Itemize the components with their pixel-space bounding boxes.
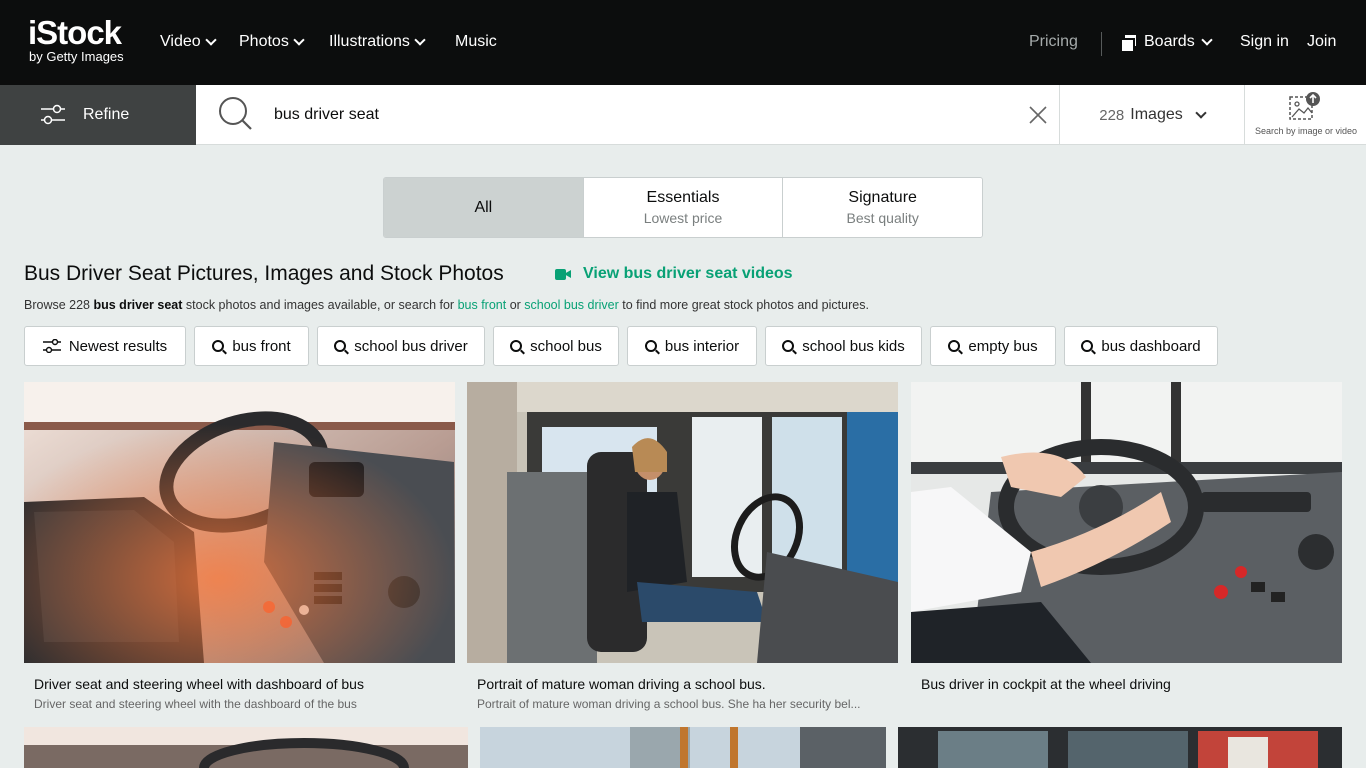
result-caption[interactable]: Portrait of mature woman driving a schoo… bbox=[477, 676, 892, 692]
result-image[interactable] bbox=[480, 727, 886, 768]
tab-essentials-subtitle: Lowest price bbox=[643, 210, 723, 226]
logo-wordmark: iStock bbox=[28, 14, 122, 51]
tab-all[interactable]: All bbox=[384, 178, 584, 237]
search-icon bbox=[219, 97, 252, 130]
refine-button[interactable]: Refine bbox=[0, 85, 196, 145]
sliders-icon bbox=[42, 339, 61, 353]
close-icon[interactable] bbox=[1027, 104, 1049, 126]
chip-school-bus-kids[interactable]: school bus kids bbox=[765, 326, 922, 366]
nav-video-label: Video bbox=[160, 33, 201, 50]
search-by-image-button[interactable]: Search by image or video bbox=[1250, 89, 1362, 143]
nav-photos[interactable]: Photos bbox=[239, 33, 305, 51]
chevron-down-icon bbox=[1195, 107, 1207, 119]
nav-boards-label: Boards bbox=[1144, 33, 1195, 50]
search-icon bbox=[782, 340, 795, 352]
chip-bus-dashboard[interactable]: bus dashboard bbox=[1064, 326, 1218, 366]
view-videos-link[interactable]: View bus driver seat videos bbox=[555, 265, 793, 283]
image-upload-icon bbox=[1289, 92, 1320, 120]
sliders-icon bbox=[41, 104, 65, 125]
boards-icon bbox=[1122, 35, 1136, 51]
chip-newest-results[interactable]: Newest results bbox=[24, 326, 186, 366]
result-description: Portrait of mature woman driving a schoo… bbox=[477, 697, 861, 711]
chip-label: empty bus bbox=[968, 337, 1038, 355]
nav-boards[interactable]: Boards bbox=[1122, 33, 1213, 51]
video-camera-icon bbox=[555, 268, 571, 280]
result-image[interactable] bbox=[467, 382, 898, 663]
join-link[interactable]: Join bbox=[1307, 33, 1336, 51]
nav-pricing[interactable]: Pricing bbox=[1029, 33, 1078, 51]
page-title: Bus Driver Seat Pictures, Images and Sto… bbox=[24, 262, 504, 285]
result-description: Driver seat and steering wheel with the … bbox=[34, 697, 357, 711]
license-filter-tabs: All Essentials Lowest price Signature Be… bbox=[383, 177, 983, 238]
browse-suffix: to find more great stock photos and pict… bbox=[618, 298, 869, 312]
chip-label: Newest results bbox=[68, 337, 168, 355]
tab-signature-label: Signature bbox=[848, 189, 917, 206]
media-type-select[interactable]: 228 Images bbox=[1059, 85, 1245, 145]
chip-school-bus[interactable]: school bus bbox=[493, 326, 619, 366]
result-card[interactable]: Bus driver in cockpit at the wheel drivi… bbox=[911, 382, 1342, 692]
tab-signature[interactable]: Signature Best quality bbox=[783, 178, 982, 237]
chip-label: bus front bbox=[232, 337, 291, 355]
chevron-down-icon bbox=[414, 34, 426, 46]
top-navigation-bar: iStock by Getty Images Video Photos Illu… bbox=[0, 0, 1366, 85]
search-by-image-label: Search by image or video bbox=[1254, 126, 1358, 136]
nav-music[interactable]: Music bbox=[455, 33, 497, 51]
browse-query: bus driver seat bbox=[93, 298, 183, 312]
result-card[interactable]: Driver seat and steering wheel with dash… bbox=[24, 382, 455, 711]
chip-label: bus interior bbox=[664, 337, 740, 355]
search-icon bbox=[1081, 340, 1094, 352]
chip-bus-front[interactable]: bus front bbox=[194, 326, 309, 366]
tab-signature-subtitle: Best quality bbox=[846, 210, 919, 226]
nav-music-label: Music bbox=[455, 33, 497, 50]
logo-tagline: by Getty Images bbox=[29, 49, 124, 64]
istock-logo[interactable]: iStock by Getty Images bbox=[28, 16, 124, 64]
chip-school-bus-driver[interactable]: school bus driver bbox=[317, 326, 485, 366]
result-image[interactable] bbox=[24, 727, 468, 768]
result-image[interactable] bbox=[911, 382, 1342, 663]
result-image[interactable] bbox=[898, 727, 1342, 768]
search-icon bbox=[644, 340, 657, 352]
search-icon bbox=[510, 340, 523, 352]
tab-essentials[interactable]: Essentials Lowest price bbox=[583, 178, 784, 237]
nav-video[interactable]: Video bbox=[160, 33, 217, 51]
browse-mid: stock photos and images available, or se… bbox=[182, 298, 458, 312]
search-icon bbox=[334, 340, 347, 352]
chevron-down-icon bbox=[204, 34, 217, 46]
refine-label: Refine bbox=[83, 106, 130, 123]
chip-label: school bus kids bbox=[802, 337, 905, 355]
chip-label: school bus driver bbox=[354, 337, 468, 355]
nav-illustrations[interactable]: Illustrations bbox=[329, 33, 426, 51]
nav-divider bbox=[1101, 32, 1102, 56]
search-icon bbox=[212, 340, 225, 352]
chip-empty-bus[interactable]: empty bus bbox=[930, 326, 1056, 366]
browse-prefix: Browse 228 bbox=[24, 298, 94, 312]
media-type-label: Images bbox=[1130, 106, 1183, 123]
nav-illustrations-label: Illustrations bbox=[329, 33, 410, 50]
browse-or: or bbox=[506, 298, 525, 312]
view-videos-label: View bus driver seat videos bbox=[583, 265, 793, 282]
chevron-down-icon bbox=[1201, 34, 1213, 46]
chip-label: school bus bbox=[530, 337, 602, 355]
search-input[interactable] bbox=[262, 97, 1002, 133]
sign-in-link[interactable]: Sign in bbox=[1240, 33, 1289, 51]
tab-all-label: All bbox=[474, 198, 493, 216]
result-caption[interactable]: Bus driver in cockpit at the wheel drivi… bbox=[921, 676, 1336, 692]
browse-description: Browse 228 bus driver seat stock photos … bbox=[24, 298, 869, 312]
result-image[interactable] bbox=[24, 382, 455, 663]
search-bar: Refine 228 Images Search by image or vid… bbox=[0, 85, 1366, 145]
related-link-school-bus-driver[interactable]: school bus driver bbox=[524, 298, 619, 312]
result-card[interactable]: Portrait of mature woman driving a schoo… bbox=[467, 382, 898, 711]
search-icon bbox=[948, 340, 961, 352]
result-count: 228 bbox=[1099, 106, 1125, 124]
chevron-down-icon bbox=[293, 34, 305, 46]
chip-bus-interior[interactable]: bus interior bbox=[627, 326, 757, 366]
chip-label: bus dashboard bbox=[1101, 337, 1201, 355]
tab-essentials-label: Essentials bbox=[646, 189, 720, 206]
nav-photos-label: Photos bbox=[239, 33, 289, 50]
result-caption[interactable]: Driver seat and steering wheel with dash… bbox=[34, 676, 449, 692]
related-link-bus-front[interactable]: bus front bbox=[458, 298, 507, 312]
